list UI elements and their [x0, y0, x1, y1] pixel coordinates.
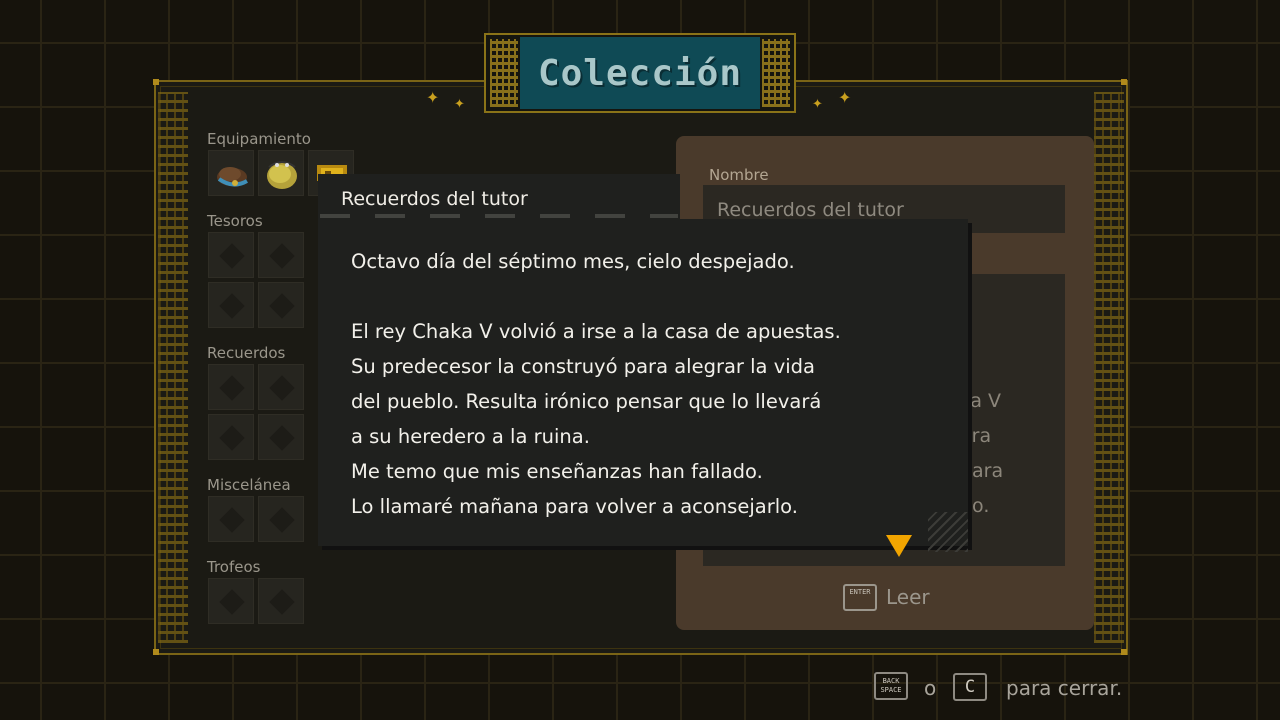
golden-helmet-icon	[267, 161, 297, 189]
memory-slot[interactable]	[258, 364, 304, 410]
name-label: Nombre	[709, 166, 769, 184]
page-title: Colección	[537, 52, 743, 94]
backspace-key-icon: BACK SPACE	[874, 672, 908, 700]
memory-slot[interactable]	[208, 364, 254, 410]
title-banner: Colección	[520, 37, 760, 109]
memory-slot[interactable]	[258, 414, 304, 460]
popup-title: Recuerdos del tutor	[341, 188, 528, 210]
right-ornament	[1094, 92, 1124, 643]
title-ornament-left	[490, 39, 518, 107]
text-line: El rey Chaka V volvió a irse a la casa d…	[351, 320, 841, 343]
category-treasures: Tesoros	[207, 212, 263, 230]
text-line: Su predecesor la construyó para alegrar …	[351, 355, 815, 378]
trophy-slot[interactable]	[258, 578, 304, 624]
sparkle-icon: ✦	[812, 97, 823, 112]
c-key-icon: C	[953, 673, 987, 701]
text-line: a su heredero a la ruina.	[351, 425, 590, 448]
equipment-slot[interactable]	[258, 150, 304, 196]
key-text: SPACE	[880, 686, 902, 694]
misc-slot[interactable]	[258, 496, 304, 542]
misc-slot[interactable]	[208, 496, 254, 542]
enter-key-icon: ENTER	[843, 584, 877, 611]
category-trophies: Trofeos	[207, 558, 261, 576]
corner-ornament	[1121, 79, 1127, 85]
popup-divider	[320, 214, 678, 218]
category-misc: Miscelánea	[207, 476, 291, 494]
treasure-slot[interactable]	[258, 282, 304, 328]
category-equipment: Equipamiento	[207, 130, 311, 148]
close-hint: para cerrar.	[1006, 676, 1123, 700]
category-memories: Recuerdos	[207, 344, 286, 362]
corner-ornament	[153, 79, 159, 85]
memory-slot[interactable]	[208, 414, 254, 460]
popup-text: Octavo día del séptimo mes, cielo despej…	[351, 244, 841, 524]
corner-ornament	[1121, 649, 1127, 655]
text-line: Lo llamaré mañana para volver a aconseja…	[351, 495, 798, 518]
text-line: Octavo día del séptimo mes, cielo despej…	[351, 250, 795, 273]
text-line: Me temo que mis enseñanzas han fallado.	[351, 460, 763, 483]
left-ornament	[158, 92, 188, 643]
popup-corner-decoration	[928, 512, 968, 552]
text-line	[351, 279, 841, 314]
sparkle-icon: ✦	[426, 88, 440, 107]
text-line: del pueblo. Resulta irónico pensar que l…	[351, 390, 822, 413]
trophy-slot[interactable]	[208, 578, 254, 624]
treasure-slot[interactable]	[208, 282, 254, 328]
continue-arrow-icon[interactable]	[886, 535, 912, 557]
feather-hat-icon	[217, 167, 248, 187]
hint-or: o	[924, 676, 937, 700]
title-ornament-right	[762, 39, 790, 107]
treasure-slot[interactable]	[258, 232, 304, 278]
sparkle-icon: ✦	[838, 88, 852, 107]
key-text: BACK	[882, 677, 900, 685]
equipment-slot[interactable]	[208, 150, 254, 196]
treasure-slot[interactable]	[208, 232, 254, 278]
read-button[interactable]: Leer	[886, 585, 930, 609]
corner-ornament	[153, 649, 159, 655]
title-plate: Colección	[484, 33, 796, 113]
sparkle-icon: ✦	[454, 97, 465, 112]
name-value: Recuerdos del tutor	[717, 199, 904, 221]
